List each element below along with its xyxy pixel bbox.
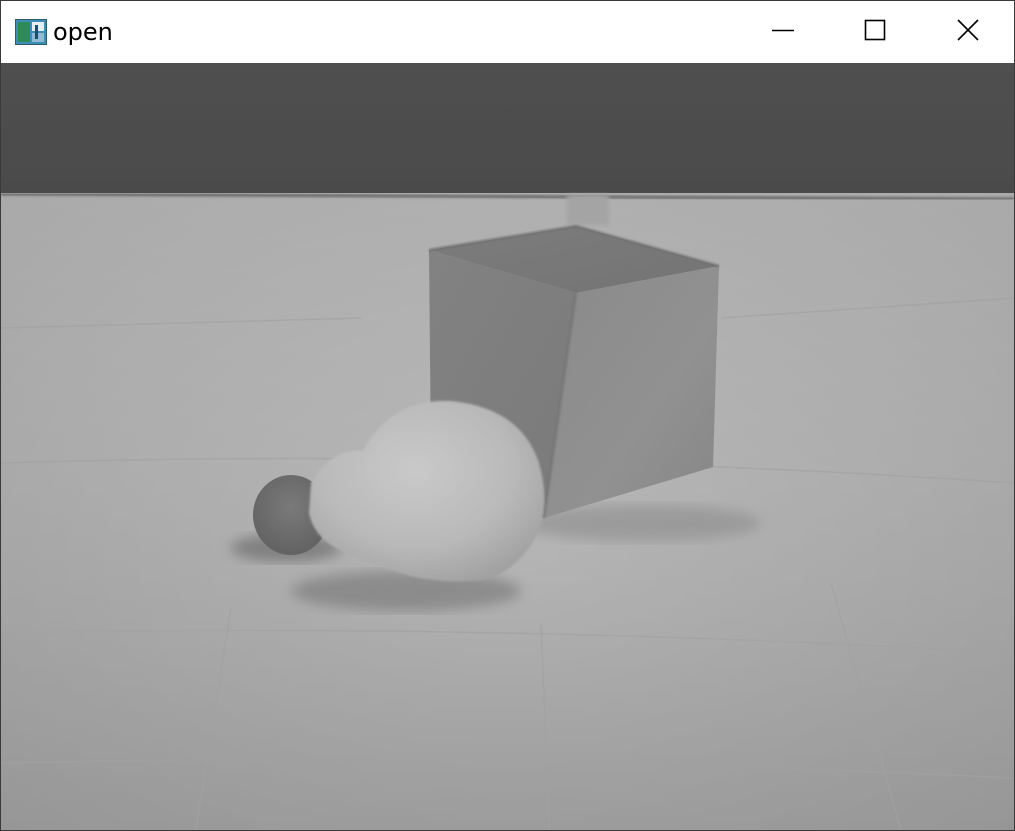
grayscale-camera-image [1,63,1014,830]
maximize-icon [864,19,886,45]
close-icon [957,19,979,45]
window-title: open [53,18,113,46]
app-window-icon [15,19,47,45]
close-button[interactable] [922,1,1014,63]
wall [1,63,1014,198]
maximize-button[interactable] [829,1,921,63]
app-window: open [0,0,1015,831]
minimize-icon [772,19,794,45]
minimize-button[interactable] [737,1,829,63]
title-bar[interactable]: open [1,1,1014,63]
image-viewport[interactable] [1,63,1014,830]
